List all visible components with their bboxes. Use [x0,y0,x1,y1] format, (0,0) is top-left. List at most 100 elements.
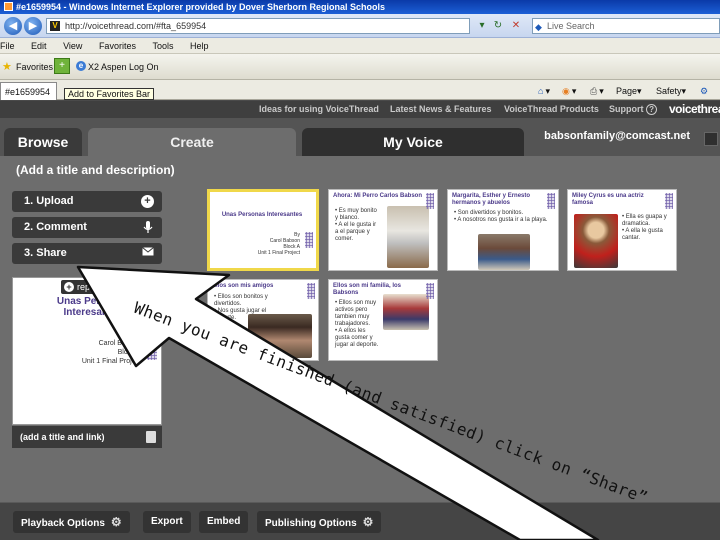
preview-line: By [132,331,141,338]
menu-edit[interactable]: Edit [31,41,47,51]
preview-line: Unit 1 Final Project [81,358,141,365]
page-menu[interactable]: Page▾ [616,84,642,98]
voicethread-top-nav: Ideas for using VoiceThread Latest News … [0,101,720,118]
slide-1-body: By Carol Babson Block A Unit 1 Final Pro… [257,232,300,256]
slide-3-dots-icon [547,193,555,209]
add-favorite-icon[interactable]: + [54,58,70,74]
refresh-icon[interactable]: ↻ [492,20,504,32]
export-label: Export [151,516,183,527]
preview-text: By Carol Babson Block A Unit 1 Final Pro… [73,330,153,366]
publishing-options-button[interactable]: Publishing Options ⚙ [257,511,382,533]
nav-support-link[interactable]: Support ? [609,101,658,118]
family-photo [383,294,429,330]
main-area: Browse Create My Voice babsonfamily@comc… [0,118,720,502]
slide-thumbnail-1[interactable]: Unas Personas Interesantes By Carol Babs… [207,189,319,271]
voicethread-logo[interactable]: voicethread [669,101,720,118]
slide-2-dots-icon [426,193,434,209]
envelope-icon [141,247,154,260]
tab-browse[interactable]: Browse [4,128,82,156]
slide-2-body: • Es muy bonito y blanco. • A el le gust… [335,208,377,242]
trash-icon[interactable] [146,431,156,443]
share-button[interactable]: 3. Share [12,243,162,264]
publishing-options-label: Publishing Options [265,518,357,529]
nav-support-label: Support [609,104,644,114]
slide-3-title: Margarita, Esther y Ernesto hermanos y a… [452,193,531,206]
upload-button[interactable]: 1. Upload + [12,191,162,212]
add-title-link-label: (add a title and link) [20,432,105,442]
browser-tabs-row: #e1659954 Add to Favorites Bar ⌂ ▾ ◉ ▾ ⎙ ▾ … [0,80,720,100]
print-icon[interactable]: ⎙ ▾ [590,84,604,98]
safety-menu[interactable]: Safety▾ [656,84,686,98]
slide-thumbnail-4[interactable]: Miley Cyrus es una actriz famosa • Ella … [567,189,677,271]
tab-myvoice[interactable]: My Voice [302,128,524,156]
safety-menu-label: Safety [656,86,682,96]
address-bar[interactable]: V http://voicethread.com/#fta_659954 [46,18,470,34]
slide-6-body: • Ellos son muy activos pero tambien muy… [335,300,379,348]
bottom-toolbar: Playback Options ⚙ Export Embed Publishin… [0,502,720,540]
menu-view[interactable]: View [63,41,82,51]
embed-label: Embed [207,516,241,527]
feeds-icon[interactable]: ◉ ▾ [562,84,576,98]
slide-5-dots-icon [307,283,315,299]
nav-news-link[interactable]: Latest News & Features [390,101,492,118]
favorites-tooltip: Add to Favorites Bar [64,88,155,100]
gear-icon: ⚙ [110,515,122,529]
stop-icon[interactable]: ✕ [510,20,522,32]
slide-thumbnail-6[interactable]: Ellos son mi familia, los Babsons • Ello… [328,279,438,361]
tools-menu[interactable]: ⚙ [700,84,710,98]
star-icon: ★ [2,61,12,73]
slide-1-title: Unas Personas Interesantes [221,212,303,218]
add-title-link-bar[interactable]: (add a title and link) [12,426,162,448]
favorites-button[interactable]: ★ Favorites [0,59,57,75]
menu-file[interactable]: File [0,41,15,51]
slide-thumbnail-3[interactable]: Margarita, Esther y Ernesto hermanos y a… [447,189,559,271]
nav-products-link[interactable]: VoiceThread Products [504,101,599,118]
slide-5-title: Ellos son mis amigos [212,283,274,289]
slide-3-body: • Son divertidos y bonitos. • A nosotros… [454,210,548,223]
x2-aspen-link[interactable]: e X2 Aspen Log On [76,60,159,74]
replace-button[interactable]: + replace [61,280,129,294]
slide-4-body: • Ella es guapa y dramatica. • A ella le… [622,214,667,241]
export-button[interactable]: Export [143,511,191,533]
add-title-description[interactable]: (Add a title and description) [16,163,175,177]
slide-thumbnail-2[interactable]: Ahora: Mi Perro Carlos Babson • Es muy b… [328,189,438,271]
slide-4-dots-icon [665,193,673,209]
forward-arrow-icon[interactable]: ▶ [24,17,42,35]
family-beach-photo [478,234,530,270]
address-toolbar: ◀ ▶ V http://voicethread.com/#fta_659954… [0,14,720,38]
comment-button[interactable]: 2. Comment [12,217,162,238]
playback-options-button[interactable]: Playback Options ⚙ [13,511,130,533]
page-menu-label: Page [616,86,638,96]
ie-window-icon [4,2,13,11]
account-menu-icon[interactable] [704,132,718,146]
address-url: http://voicethread.com/#fta_659954 [65,21,207,31]
menu-help[interactable]: Help [190,41,209,51]
home-icon[interactable]: ⌂ ▾ [538,84,550,98]
back-arrow-icon[interactable]: ◀ [4,17,22,35]
live-search-field[interactable]: ◆ Live Search [532,18,720,34]
tab-create[interactable]: Create [88,128,296,156]
microphone-icon [141,221,154,234]
browser-tab[interactable]: #e1659954 [0,82,58,100]
nav-ideas-link[interactable]: Ideas for using VoiceThread [259,101,379,118]
upload-label: 1. Upload [24,195,74,207]
favorites-label: Favorites [16,62,54,72]
menu-bar: File Edit View Favorites Tools Help [0,38,720,54]
slide-2-title: Ahora: Mi Perro Carlos Babson [333,193,423,199]
replace-plus-icon: + [64,282,74,292]
preview-line: Block A [117,349,141,356]
dropdown-arrow-icon[interactable]: ▾ [476,20,488,32]
embed-button[interactable]: Embed [199,511,249,533]
window-title-bar: #e1659954 - Windows Internet Explorer pr… [0,0,720,14]
favorites-bar: ★ Favorites + e X2 Aspen Log On [0,54,720,80]
gear-icon: ⚙ [362,515,374,529]
comment-label: 2. Comment [24,221,87,233]
menu-favorites[interactable]: Favorites [99,41,136,51]
menu-tools[interactable]: Tools [152,41,173,51]
user-email[interactable]: babsonfamily@comcast.net [544,130,690,142]
decorative-dots-icon [147,330,157,360]
voicethread-favicon-icon: V [50,21,60,31]
slide-6-dots-icon [426,283,434,299]
playback-options-label: Playback Options [21,518,105,529]
live-search-placeholder: Live Search [547,21,595,31]
